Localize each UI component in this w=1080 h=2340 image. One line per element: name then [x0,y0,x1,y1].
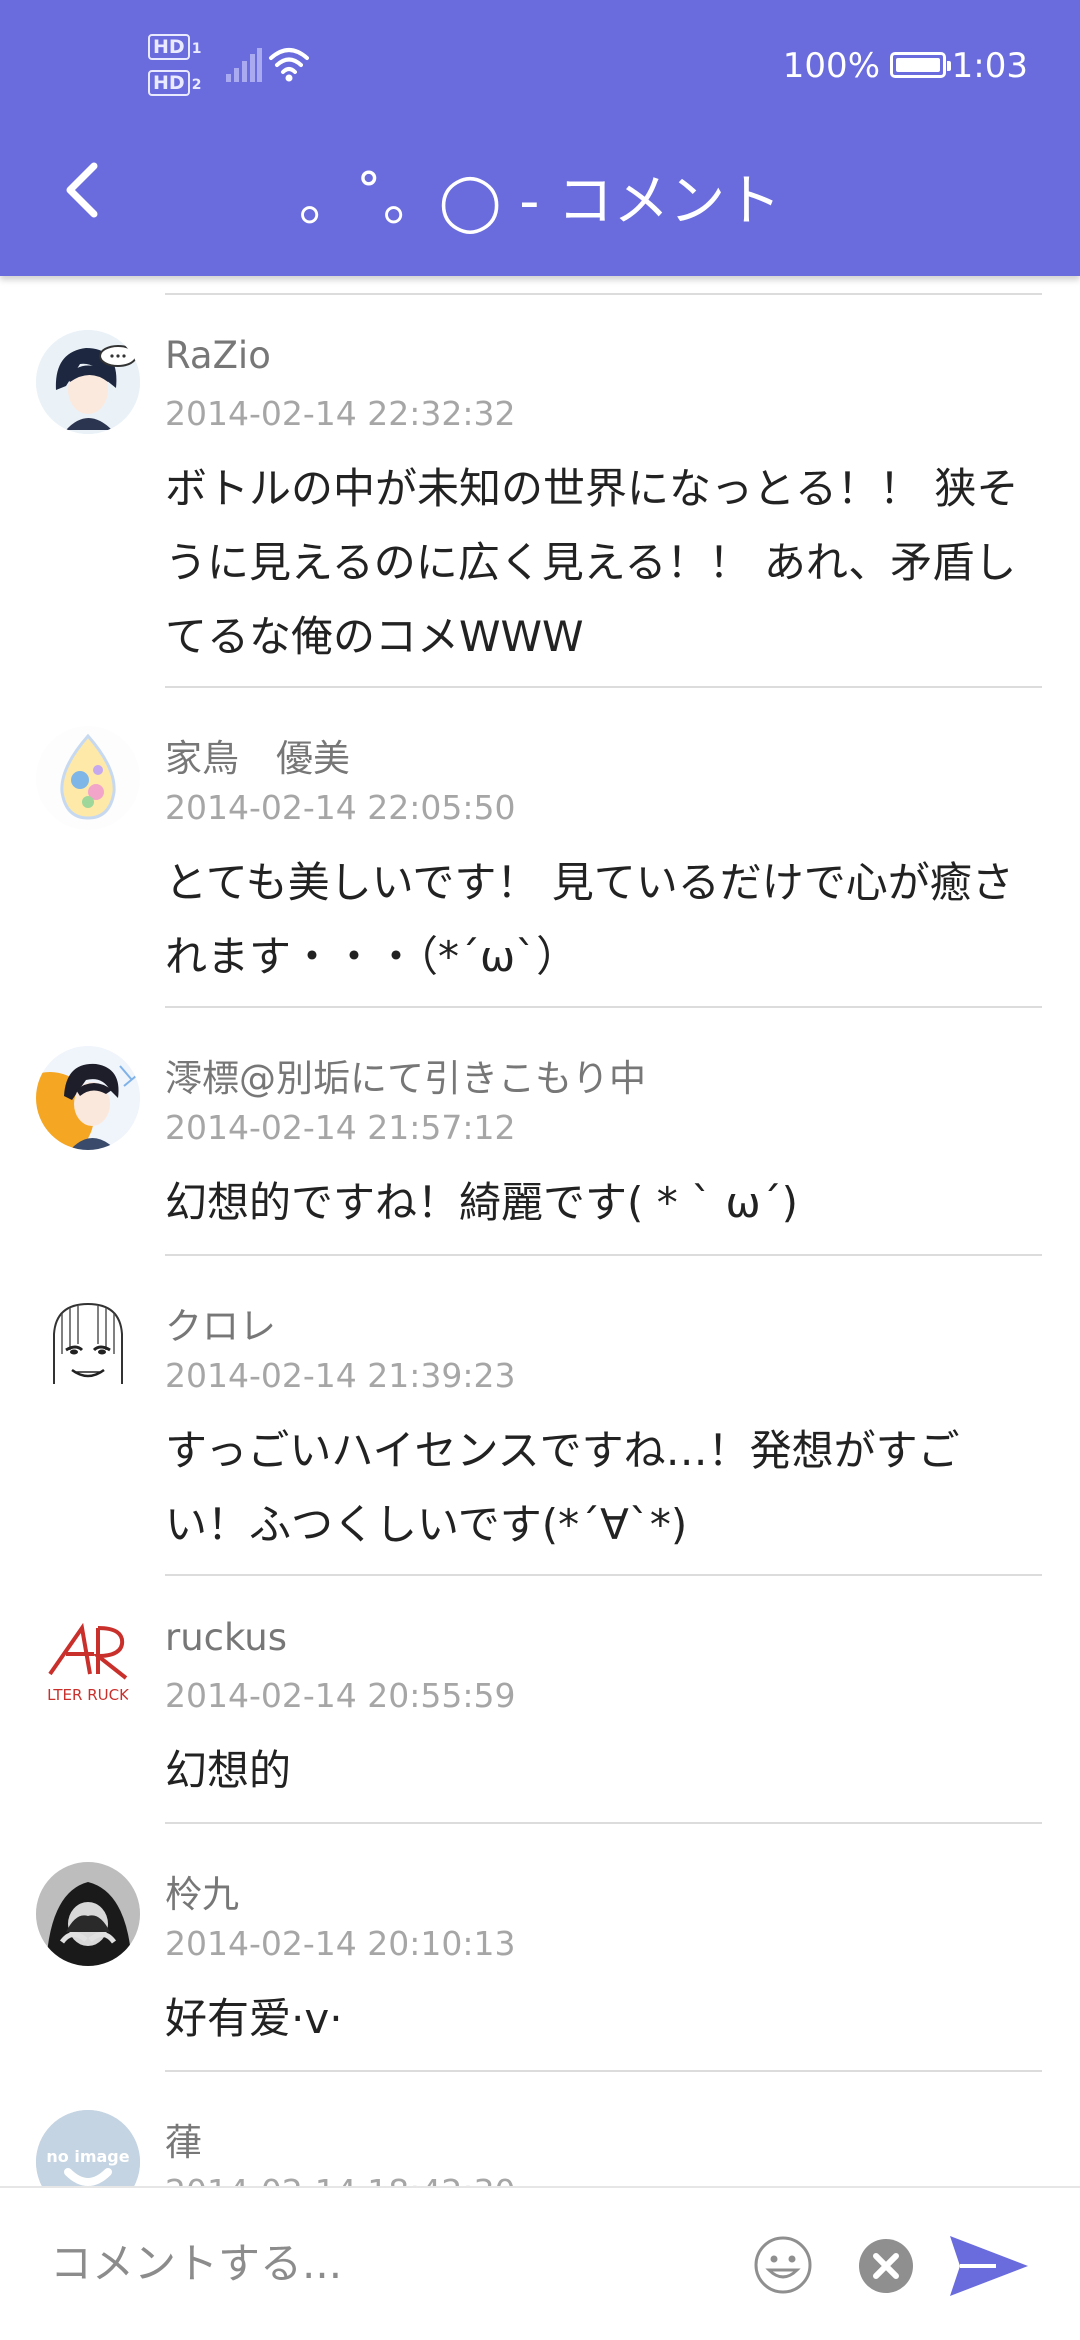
comment-timestamp: 2014-02-14 21:39:23 [165,1356,516,1395]
comment-composer [0,2186,1080,2340]
signal-icon [226,48,262,82]
comment-text: ボトルの中が未知の世界になっとる！！ 狭そうに見えるのに広く見える！！ あれ、矛… [165,464,1019,661]
comment-timestamp: 2014-02-14 18:42:30 [165,2172,515,2186]
divider [165,1254,1042,1256]
divider [165,2070,1042,2072]
comment-timestamp: 2014-02-14 20:55:59 [165,1676,516,1715]
comment-timestamp: 2014-02-14 22:05:50 [165,788,516,827]
avatar[interactable] [36,1862,140,1966]
comment-text: とても美しいです！ 見ているだけで心が癒されます・・・（*´ω`） [165,858,1014,981]
comment-timestamp: 2014-02-14 20:10:13 [165,1924,516,1963]
comment-input[interactable] [50,2228,690,2298]
avatar[interactable] [36,1046,140,1150]
emoji-icon[interactable] [752,2234,814,2296]
comment-text: 幻想的 [165,1746,292,1795]
comment-list[interactable]: RaZio 2014-02-14 22:32:32 ボトルの中が未知の世界になっ… [0,276,1080,2186]
comment-timestamp: 2014-02-14 21:57:12 [165,1108,516,1147]
status-bar: HD 1 HD 2 100% 1:03 [0,0,1080,132]
sim2-indicator: HD 2 [148,70,201,96]
sim1-indicator: HD 1 [148,34,201,60]
commenter-name[interactable]: 澪標@別垢にて引きこもり中 [165,1048,646,1102]
avatar[interactable] [36,330,140,434]
wifi-icon [269,48,309,82]
comment-text: 好有爱·v· [165,1994,343,2043]
avatar[interactable] [36,726,140,830]
comment-timestamp: 2014-02-14 22:32:32 [165,394,516,433]
avatar[interactable]: LTER RUCK [36,1614,140,1718]
comment-text: すっごいハイセンスですね…！発想がすごい！ふつくしいです(*´∀`*) [165,1426,960,1549]
divider [165,1574,1042,1576]
commenter-name[interactable]: 葎 [165,2112,202,2166]
divider [165,293,1042,295]
avatar-logo-text: LTER RUCK [47,1686,130,1704]
battery-percent: 100% [782,46,880,86]
divider [165,1006,1042,1008]
commenter-name[interactable]: 柃九 [165,1864,239,1918]
battery-icon [890,52,951,78]
clear-icon[interactable] [858,2238,914,2294]
divider [165,1822,1042,1824]
comment-text: 幻想的ですね！綺麗です( * ` ω´) [165,1178,798,1227]
commenter-name[interactable]: クロレ [165,1296,276,1350]
app-bar: HD 1 HD 2 100% 1:03 。˚。◯ - コメント [0,0,1080,276]
divider [165,686,1042,688]
commenter-name[interactable]: ruckus [165,1616,287,1659]
avatar-placeholder-text: no image [46,2147,129,2166]
send-icon[interactable] [946,2232,1030,2300]
commenter-name[interactable]: RaZio [165,334,271,377]
commenter-name[interactable]: 家鳥 優美 [165,728,350,782]
clock: 1:03 [951,46,1028,86]
avatar[interactable]: no image [36,2110,140,2186]
avatar[interactable] [36,1294,140,1398]
page-title: 。˚。◯ - コメント [298,169,782,234]
